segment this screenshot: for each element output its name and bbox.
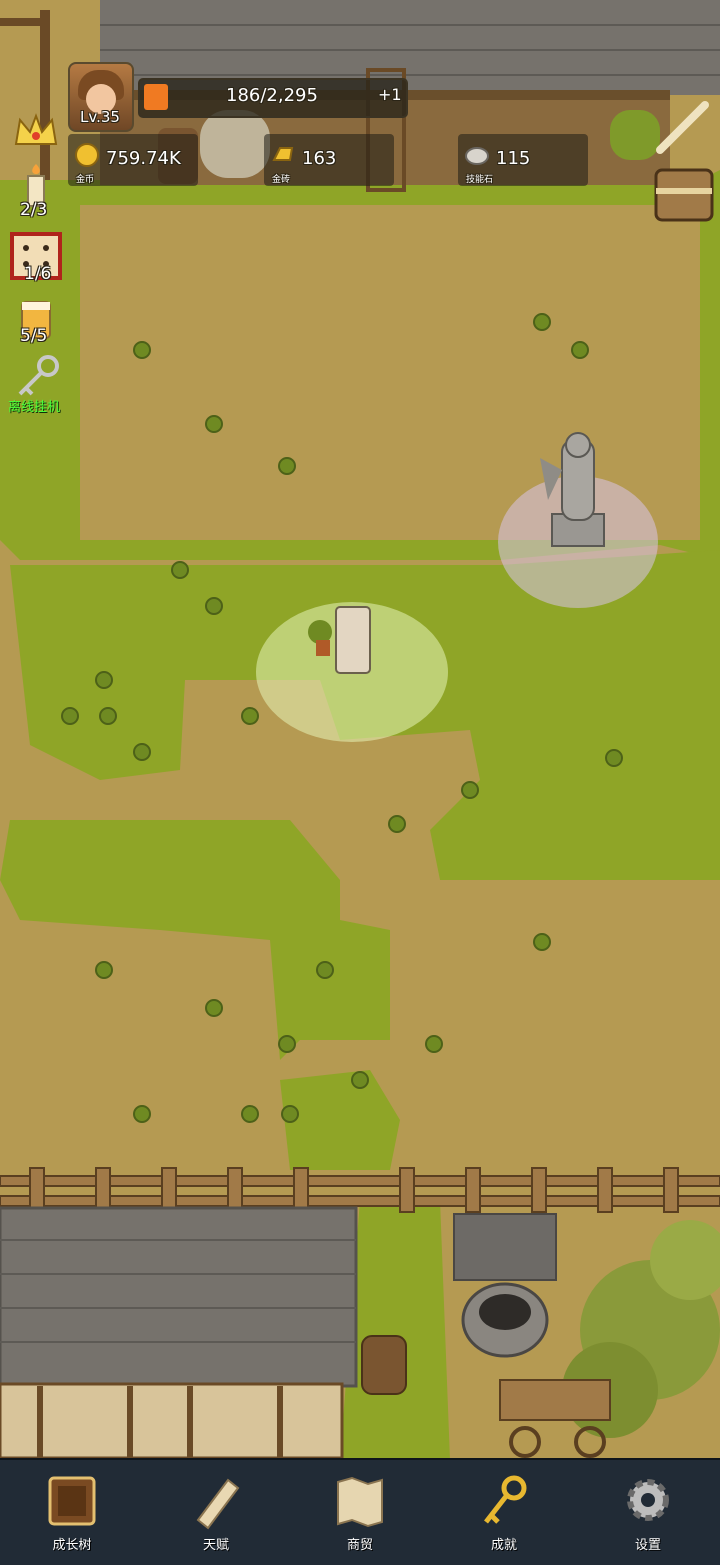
gold-coin-resource: 759.74K 金币 [68, 134, 198, 186]
bottom-house-wall [0, 1382, 344, 1460]
gold-bar-label: 金砖 [272, 175, 291, 185]
growth-tree-book-icon [48, 1476, 96, 1526]
game-map[interactable] [0, 0, 720, 1563]
nav-label: 商贸 [346, 1538, 373, 1553]
nav-label: 成长树 [52, 1538, 92, 1553]
bottom-house-roof [0, 1206, 358, 1388]
nav-label: 天赋 [202, 1538, 229, 1553]
nav-label: 成就 [490, 1538, 517, 1553]
nav-growth-tree[interactable]: 成长树 [0, 1460, 144, 1565]
treasure-chest-icon[interactable] [654, 168, 714, 222]
offline-idle-key-icon[interactable] [8, 352, 64, 398]
bottom-nav-bar: 成长树 天赋 商贸 成就 设置 [0, 1458, 720, 1565]
crown-icon[interactable] [8, 108, 64, 154]
beer-count: 5/5 [20, 326, 48, 346]
xp-bonus: +1 [378, 85, 402, 104]
gold-coin-label: 金币 [76, 175, 95, 185]
xp-fill [144, 84, 168, 110]
nav-settings[interactable]: 设置 [576, 1460, 720, 1565]
skill-stone-icon [465, 147, 489, 165]
player-level: Lv.35 [80, 108, 120, 126]
skill-stone-label: 技能石 [466, 175, 494, 185]
gold-bar-resource: 163 金砖 [264, 134, 394, 186]
skill-stone-resource: 115 技能石 [458, 134, 588, 186]
nav-trade[interactable]: 商贸 [288, 1460, 432, 1565]
trade-map-icon [337, 1476, 383, 1528]
barrel [361, 1335, 407, 1395]
achievement-key-icon [484, 1475, 527, 1524]
dice-count: 1/6 [24, 264, 52, 284]
rock-pile [200, 110, 270, 178]
settings-gear-icon [627, 1479, 669, 1521]
talent-scroll-icon [196, 1478, 240, 1530]
gold-bar-value: 163 [302, 148, 337, 169]
nav-achievement[interactable]: 成就 [432, 1460, 576, 1565]
nav-talent[interactable]: 天赋 [144, 1460, 288, 1565]
xp-text: 186/2,295 [226, 85, 318, 106]
offline-idle-label[interactable]: 离线挂机 [8, 396, 60, 415]
skill-stone-value: 115 [496, 148, 531, 169]
gold-bar-icon [272, 147, 294, 161]
candle-count: 2/3 [20, 200, 48, 220]
gold-coin-value: 759.74K [106, 148, 181, 169]
gold-coin-icon [75, 143, 99, 167]
nav-label: 设置 [634, 1538, 661, 1553]
